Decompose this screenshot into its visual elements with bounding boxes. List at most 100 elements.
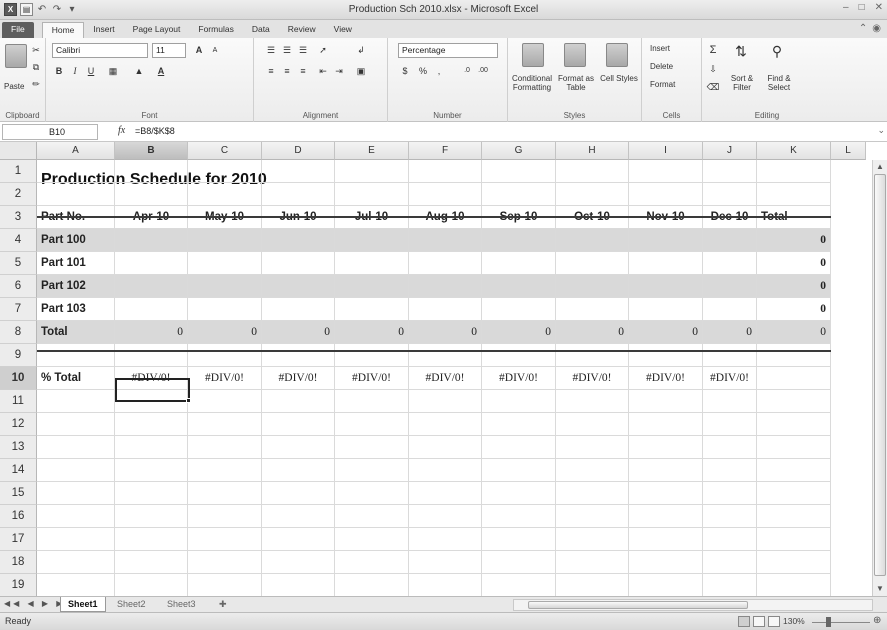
cell-i5[interactable] [629,252,703,275]
cell-f6[interactable] [409,275,482,298]
cell-k8[interactable]: 0 [757,321,831,344]
cell-g12[interactable] [482,413,556,436]
cell-c6[interactable] [188,275,262,298]
align-center-icon[interactable]: ≡ [280,64,294,78]
cell-h1[interactable] [556,160,629,183]
cell-g2[interactable] [482,183,556,206]
tab-page-layout[interactable]: Page Layout [124,22,190,38]
cell-f11[interactable] [409,390,482,413]
cell-c14[interactable] [188,459,262,482]
cell-g17[interactable] [482,528,556,551]
cell-c16[interactable] [188,505,262,528]
tab-insert[interactable]: Insert [84,22,123,38]
cell-e13[interactable] [335,436,409,459]
cell-d17[interactable] [262,528,335,551]
cell-h11[interactable] [556,390,629,413]
cell-a5[interactable]: Part 101 [37,252,115,275]
clear-icon[interactable]: ⌫ [706,80,720,94]
cell-f19[interactable] [409,574,482,597]
format-as-table-icon[interactable] [564,43,586,67]
cell-d13[interactable] [262,436,335,459]
align-bottom-icon[interactable]: ☰ [296,43,310,57]
cell-k7[interactable]: 0 [757,298,831,321]
cell-j10[interactable]: #DIV/0! [703,367,757,390]
cell-j17[interactable] [703,528,757,551]
row-header-11[interactable]: 11 [0,390,37,413]
shrink-font-icon[interactable]: A [208,44,222,58]
cell-i1[interactable] [629,160,703,183]
cell-e17[interactable] [335,528,409,551]
cell-j2[interactable] [703,183,757,206]
column-header-c[interactable]: C [188,142,262,160]
cell-d4[interactable] [262,229,335,252]
tab-review[interactable]: Review [279,22,325,38]
cell-k5[interactable]: 0 [757,252,831,275]
cell-b19[interactable] [115,574,188,597]
find-select-icon[interactable]: ⚲ [770,44,784,58]
cell-c18[interactable] [188,551,262,574]
column-header-i[interactable]: I [629,142,703,160]
cell-i9[interactable] [629,344,703,367]
close-button[interactable]: ✕ [875,2,883,13]
row-header-6[interactable]: 6 [0,275,37,298]
cell-k18[interactable] [757,551,831,574]
minimize-button[interactable]: – [843,2,849,13]
grow-font-icon[interactable]: A [192,43,206,57]
sheet-tab-sheet1[interactable]: Sheet1 [60,597,106,612]
copy-icon[interactable]: ⧉ [29,60,43,74]
cell-i18[interactable] [629,551,703,574]
cell-d10[interactable]: #DIV/0! [262,367,335,390]
cell-g6[interactable] [482,275,556,298]
cell-a19[interactable] [37,574,115,597]
help-icon[interactable]: ◉ [872,23,881,34]
align-right-icon[interactable]: ≡ [296,64,310,78]
cell-a6[interactable]: Part 102 [37,275,115,298]
cell-k4[interactable]: 0 [757,229,831,252]
cell-j14[interactable] [703,459,757,482]
cell-j13[interactable] [703,436,757,459]
row-header-2[interactable]: 2 [0,183,37,206]
cell-e6[interactable] [335,275,409,298]
cell-k16[interactable] [757,505,831,528]
cell-f2[interactable] [409,183,482,206]
sort-filter-icon[interactable]: ⇅ [734,44,748,58]
column-header-k[interactable]: K [757,142,831,160]
scroll-down-icon[interactable]: ▼ [876,584,884,593]
cell-b16[interactable] [115,505,188,528]
cell-i7[interactable] [629,298,703,321]
cell-g10[interactable]: #DIV/0! [482,367,556,390]
page-layout-view-icon[interactable] [753,616,765,627]
cell-e7[interactable] [335,298,409,321]
row-header-16[interactable]: 16 [0,505,37,528]
cell-b9[interactable] [115,344,188,367]
increase-indent-icon[interactable]: ⇥ [332,64,346,78]
cell-e14[interactable] [335,459,409,482]
cell-i16[interactable] [629,505,703,528]
cell-g14[interactable] [482,459,556,482]
cell-b1[interactable] [115,160,188,183]
cell-a18[interactable] [37,551,115,574]
align-middle-icon[interactable]: ☰ [280,43,294,57]
orientation-icon[interactable]: ➚ [316,43,330,57]
cell-i2[interactable] [629,183,703,206]
cell-h14[interactable] [556,459,629,482]
cell-f9[interactable] [409,344,482,367]
sheet-tab-sheet3[interactable]: Sheet3 [160,597,203,612]
currency-format-button[interactable]: $ [398,64,412,78]
cell-i8[interactable]: 0 [629,321,703,344]
cell-h8[interactable]: 0 [556,321,629,344]
italic-button[interactable]: I [68,64,82,78]
conditional-formatting-button[interactable]: Conditional Formatting [510,74,554,92]
cell-e5[interactable] [335,252,409,275]
cell-h19[interactable] [556,574,629,597]
cell-c8[interactable]: 0 [188,321,262,344]
cell-i6[interactable] [629,275,703,298]
cell-h4[interactable] [556,229,629,252]
cell-h6[interactable] [556,275,629,298]
cell-b14[interactable] [115,459,188,482]
cell-e4[interactable] [335,229,409,252]
column-header-l[interactable]: L [831,142,866,160]
percent-style-button[interactable]: % [416,64,430,78]
cell-e11[interactable] [335,390,409,413]
cell-g8[interactable]: 0 [482,321,556,344]
